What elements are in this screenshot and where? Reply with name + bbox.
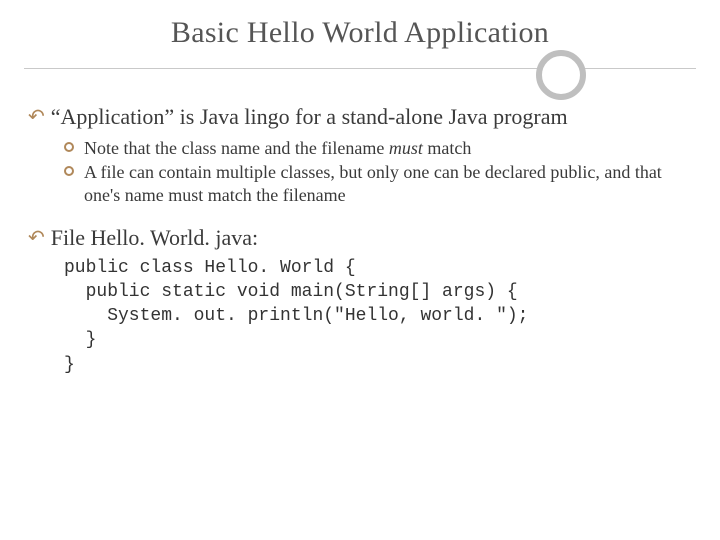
title-area: Basic Hello World Application [24,16,696,69]
bullet-text: File Hello. World. java: [51,224,258,252]
bullet-level2: Note that the class name and the filenam… [64,137,692,160]
text-fragment: Note that the class name and the filenam… [84,138,389,158]
sub-bullet-group: Note that the class name and the filenam… [64,137,692,207]
bullet-level1: ↶ File Hello. World. java: [28,224,692,252]
content-area: ↶ “Application” is Java lingo for a stan… [24,103,696,377]
divider-line [24,68,696,69]
slide: Basic Hello World Application ↶ “Applica… [0,0,720,540]
swirl-bullet-icon: ↶ [28,226,45,251]
swirl-bullet-icon: ↶ [28,105,45,130]
sub-bullet-text: A file can contain multiple classes, but… [84,161,692,206]
circle-ornament-icon [536,50,586,100]
slide-title: Basic Hello World Application [24,16,696,50]
text-fragment: match [423,138,471,158]
bullet-text: “Application” is Java lingo for a stand-… [51,103,568,131]
text-emphasis: must [389,138,423,158]
hollow-circle-icon [64,142,74,152]
code-block: public class Hello. World { public stati… [64,256,692,377]
bullet-level1: ↶ “Application” is Java lingo for a stan… [28,103,692,131]
hollow-circle-icon [64,166,74,176]
bullet-level2: A file can contain multiple classes, but… [64,161,692,206]
sub-bullet-text: Note that the class name and the filenam… [84,137,471,160]
